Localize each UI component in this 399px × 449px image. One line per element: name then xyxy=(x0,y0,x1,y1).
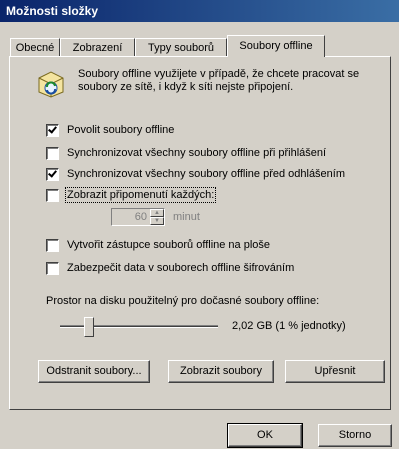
option-show-reminder[interactable]: Zobrazit připomenutí každých: xyxy=(46,187,217,203)
checkbox-sync-on-logoff[interactable] xyxy=(46,167,59,181)
option-encrypt[interactable]: Zabezpečit data v souborech offline šifr… xyxy=(46,260,294,276)
checkbox-sync-on-logon[interactable] xyxy=(46,146,59,160)
option-sync-on-logon[interactable]: Synchronizovat všechny soubory offline p… xyxy=(46,145,326,161)
option-label: Povolit soubory offline xyxy=(67,124,175,136)
tab-view[interactable]: Zobrazení xyxy=(60,38,135,56)
disk-space-value: 2,02 GB (1 % jednotky) xyxy=(232,320,346,332)
view-files-button[interactable]: Zobrazit soubory xyxy=(168,360,274,383)
reminder-value[interactable]: 60 xyxy=(112,209,150,225)
disk-space-slider-thumb[interactable] xyxy=(84,317,94,337)
tab-file-types[interactable]: Typy souborů xyxy=(135,38,227,56)
disk-space-label: Prostor na disku použitelný pro dočasné … xyxy=(46,295,320,307)
tab-general[interactable]: Obecné xyxy=(10,38,60,56)
offline-files-sync-icon xyxy=(38,71,64,98)
checkbox-show-reminder[interactable] xyxy=(46,188,59,202)
advanced-button[interactable]: Upřesnit xyxy=(285,360,385,383)
reminder-unit: minut xyxy=(173,211,200,223)
checkbox-desktop-shortcut[interactable] xyxy=(46,238,59,252)
checkbox-enable-offline[interactable] xyxy=(46,123,59,137)
option-label: Synchronizovat všechny soubory offline p… xyxy=(67,147,327,159)
ok-button[interactable]: OK xyxy=(227,423,303,448)
option-desktop-shortcut[interactable]: Vytvořit zástupce souborů offline na plo… xyxy=(46,237,270,253)
cancel-button[interactable]: Storno xyxy=(318,424,392,447)
spinner-buttons: ▲ ▼ xyxy=(150,209,164,225)
spin-down-icon[interactable]: ▼ xyxy=(150,217,164,225)
checkbox-encrypt[interactable] xyxy=(46,261,59,275)
reminder-spinner[interactable]: 60 ▲ ▼ xyxy=(111,208,165,226)
window-title: Možnosti složky xyxy=(6,4,99,18)
offline-files-panel xyxy=(9,56,391,410)
spin-up-icon[interactable]: ▲ xyxy=(150,209,164,217)
info-text: Soubory offline využijete v případě, že … xyxy=(78,68,360,93)
reminder-spinner-group: 60 ▲ ▼ minut xyxy=(111,208,200,226)
folder-options-dialog: Možnosti složky Obecné Zobrazení Typy so… xyxy=(0,0,399,449)
title-bar: Možnosti složky xyxy=(0,0,399,22)
tab-offline-files[interactable]: Soubory offline xyxy=(227,35,325,57)
option-label: Zabezpečit data v souborech offline šifr… xyxy=(67,262,295,274)
option-enable-offline[interactable]: Povolit soubory offline xyxy=(46,122,174,138)
dialog-button-bar: OK Storno xyxy=(0,412,399,449)
option-label: Vytvořit zástupce souborů offline na plo… xyxy=(67,239,271,251)
option-sync-on-logoff[interactable]: Synchronizovat všechny soubory offline p… xyxy=(46,166,345,182)
option-label: Synchronizovat všechny soubory offline p… xyxy=(67,168,346,180)
option-label: Zobrazit připomenutí každých: xyxy=(64,187,217,203)
delete-files-button[interactable]: Odstranit soubory... xyxy=(38,360,150,383)
